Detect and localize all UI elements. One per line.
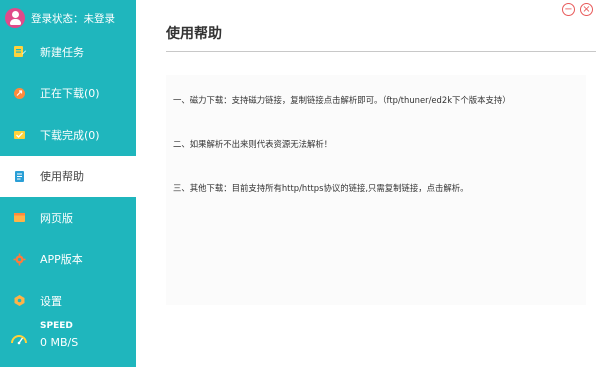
- app-version-icon: [12, 252, 26, 266]
- help-paragraph-parse-fail: 二、如果解析不出来则代表资源无法解析！: [173, 139, 333, 149]
- web-version-icon: [12, 211, 26, 225]
- sidebar-item-label: 正在下载(0): [40, 87, 100, 101]
- sidebar-item-new-task[interactable]: 新建任务: [0, 31, 136, 73]
- help-paragraph-other: 三、其他下载：目前支持所有http/https协议的链接,只需复制链接，点击解析…: [173, 183, 469, 193]
- sidebar-item-label: 网页版: [40, 211, 73, 225]
- sidebar-item-label: APP版本: [40, 253, 83, 267]
- settings-icon: [12, 294, 26, 308]
- help-content: 一、磁力下载：支持磁力链接，复制链接点击解析即可。（ftp/thuner/ed2…: [166, 75, 586, 305]
- minimize-icon: −: [564, 3, 573, 15]
- speedometer-icon: [10, 330, 28, 348]
- sidebar-item-label: 使用帮助: [40, 170, 84, 184]
- sidebar-item-label: 新建任务: [40, 45, 84, 59]
- main-panel: − × 使用帮助 一、磁力下载：支持磁力链接，复制链接点击解析即可。（ftp/t…: [136, 0, 600, 367]
- sidebar: 登录状态：未登录 新建任务 正在下载(0) 下载完成(0) 使用帮助 网页版 A…: [0, 0, 136, 367]
- sidebar-item-download-complete[interactable]: 下载完成(0): [0, 114, 136, 156]
- speed-panel: SPEED 0 MB/S: [0, 318, 136, 358]
- sidebar-item-settings[interactable]: 设置: [0, 280, 136, 322]
- sidebar-item-app-version[interactable]: APP版本: [0, 239, 136, 281]
- sidebar-nav: 新建任务 正在下载(0) 下载完成(0) 使用帮助 网页版 APP版本 设置: [0, 31, 136, 322]
- download-complete-icon: [12, 128, 26, 142]
- sidebar-item-label: 设置: [40, 294, 62, 308]
- sidebar-item-help[interactable]: 使用帮助: [0, 155, 136, 197]
- speed-value: 0 MB/S: [40, 336, 79, 349]
- close-button[interactable]: ×: [580, 3, 593, 16]
- help-document-icon: [12, 169, 26, 183]
- sidebar-item-label: 下载完成(0): [40, 128, 100, 142]
- help-paragraph-magnet: 一、磁力下载：支持磁力链接，复制链接点击解析即可。（ftp/thuner/ed2…: [173, 95, 511, 105]
- page-title: 使用帮助: [166, 26, 222, 42]
- minimize-button[interactable]: −: [562, 3, 575, 16]
- title-divider: [166, 51, 596, 52]
- new-task-icon: [12, 45, 26, 59]
- sidebar-item-web-version[interactable]: 网页版: [0, 197, 136, 239]
- downloading-icon: [12, 86, 26, 100]
- speed-label: SPEED: [40, 321, 73, 331]
- user-avatar-icon[interactable]: [5, 8, 25, 28]
- close-icon: ×: [582, 3, 591, 15]
- sidebar-item-downloading[interactable]: 正在下载(0): [0, 73, 136, 115]
- login-status-text: 登录状态：未登录: [31, 12, 115, 25]
